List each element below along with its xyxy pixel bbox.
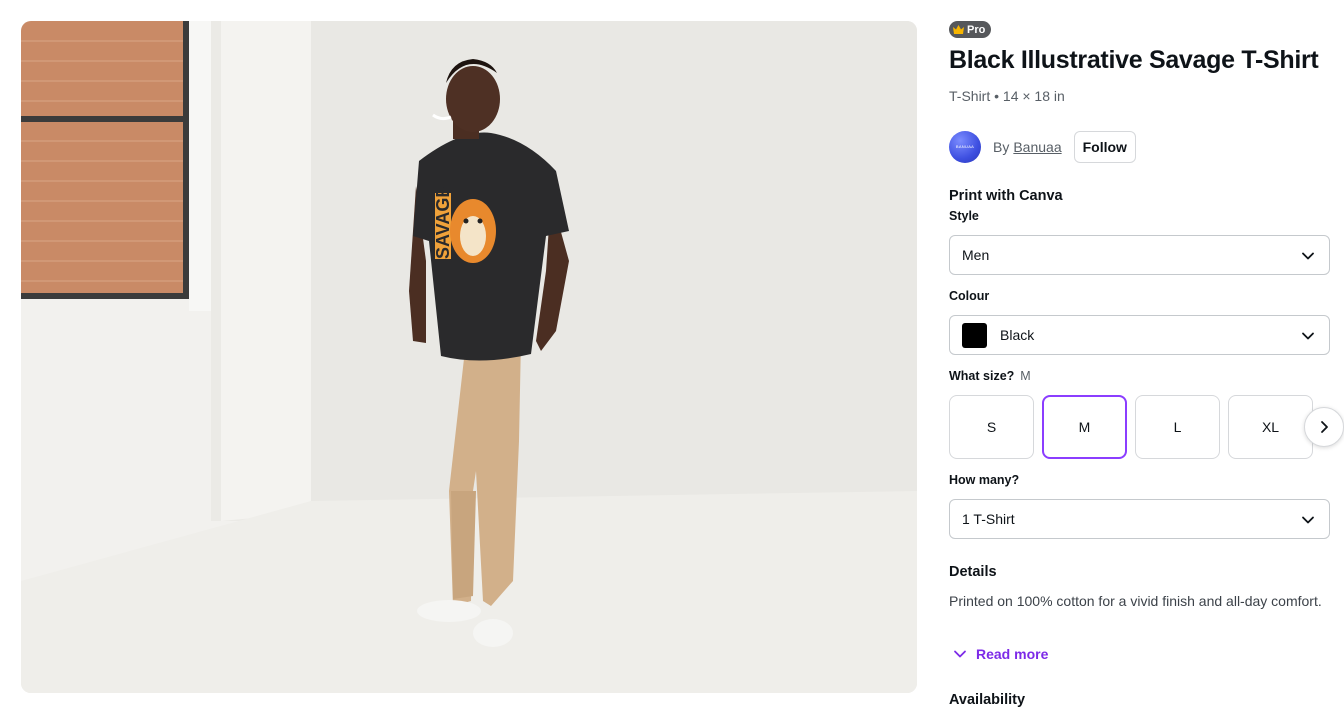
chevron-right-icon <box>1321 421 1328 433</box>
style-select[interactable]: Men <box>949 235 1330 275</box>
size-selected-value: M <box>1020 369 1031 383</box>
print-heading: Print with Canva <box>949 188 1063 204</box>
by-label: By <box>993 138 1010 155</box>
pro-badge-label: Pro <box>967 23 986 36</box>
style-value: Men <box>962 247 990 263</box>
details-text: Printed on 100% cotton for a vivid finis… <box>949 593 1322 609</box>
size-next-button[interactable] <box>1304 407 1344 447</box>
chevron-down-icon <box>1302 516 1314 524</box>
size-option-xl[interactable]: XL <box>1228 395 1313 459</box>
colour-label: Colour <box>949 289 990 303</box>
creator-name-link[interactable]: Banuaa <box>1013 139 1061 155</box>
size-selector: S M L XL <box>949 395 1344 459</box>
product-image: SAVAGE <box>21 21 917 693</box>
quantity-label: How many? <box>949 473 1020 487</box>
product-title: Black Illustrative Savage T-Shirt <box>949 46 1319 74</box>
colour-value: Black <box>1000 327 1035 343</box>
chevron-down-icon <box>1302 332 1314 340</box>
size-option-m[interactable]: M <box>1042 395 1127 459</box>
size-option-s[interactable]: S <box>949 395 1034 459</box>
size-option-l[interactable]: L <box>1135 395 1220 459</box>
read-more-label: Read more <box>976 646 1049 662</box>
creator-avatar[interactable]: BANUAA <box>949 130 981 163</box>
size-question: What size? <box>949 369 1015 383</box>
chevron-down-icon <box>1302 252 1314 260</box>
read-more-link[interactable]: Read more <box>953 646 1048 662</box>
availability-heading: Availability <box>949 692 1026 708</box>
details-heading: Details <box>949 564 997 580</box>
product-info-panel: Pro Black Illustrative Savage T-Shirt T-… <box>949 20 1344 710</box>
pro-badge: Pro <box>949 21 992 38</box>
colour-select[interactable]: Black <box>949 315 1330 355</box>
quantity-value: 1 T-Shirt <box>962 511 1015 527</box>
style-label: Style <box>949 209 979 223</box>
avatar-text: BANUAA <box>955 144 975 149</box>
follow-button[interactable]: Follow <box>1073 130 1136 163</box>
product-photo: SAVAGE <box>21 21 917 693</box>
shirt-print-text: SAVAGE <box>433 186 453 259</box>
crown-icon <box>953 25 964 34</box>
product-subtitle: T-Shirt • 14 × 18 in <box>949 88 1065 104</box>
creator-row: BANUAA By Banuaa Follow <box>949 130 1136 163</box>
chevron-down-icon <box>954 650 966 658</box>
size-label: What size? M <box>949 369 1031 383</box>
quantity-select[interactable]: 1 T-Shirt <box>949 499 1330 539</box>
colour-swatch <box>962 322 987 348</box>
